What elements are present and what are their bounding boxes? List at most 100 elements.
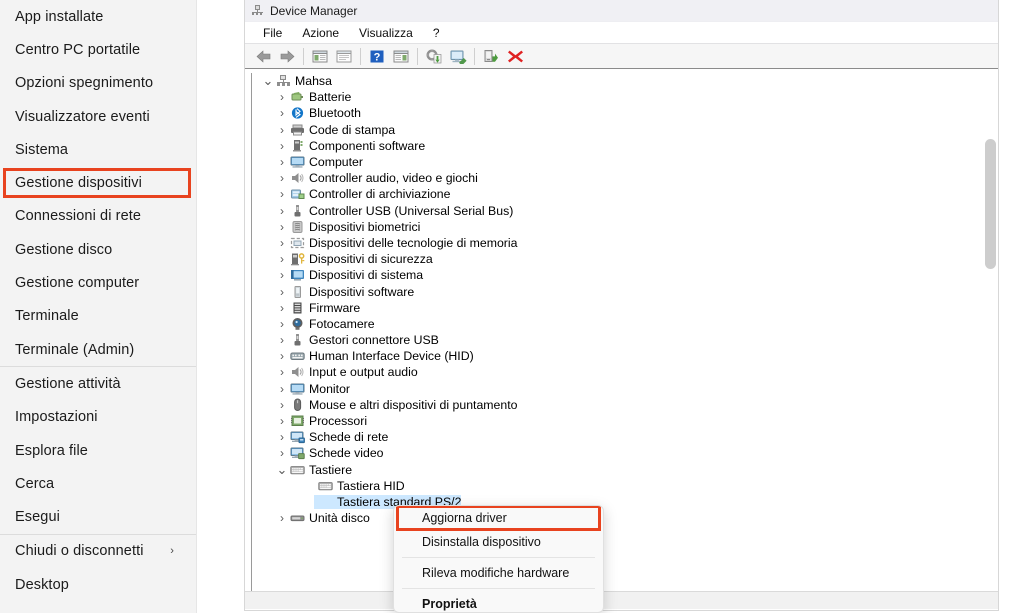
winx-item-gestione-computer[interactable]: Gestione computer [0,266,196,299]
tree-item[interactable]: › Processori [255,413,998,429]
winx-item-connessioni-di-rete[interactable]: Connessioni di rete [0,200,196,233]
chevron-right-icon[interactable]: › [275,366,289,378]
tree-item[interactable]: ⌄ Tastiere [255,462,998,478]
tree-item[interactable]: › Human Interface Device (HID) [255,348,998,364]
tree-item[interactable]: › Monitor [255,381,998,397]
chevron-right-icon[interactable]: › [275,512,289,524]
tree-item-label: Dispositivi di sistema [309,268,424,283]
context-menu-item-label: Disinstalla dispositivo [422,535,541,549]
winx-item-opzioni-spegnimento[interactable]: Opzioni spegnimento [0,67,196,100]
tree-item[interactable]: › Fotocamere [255,316,998,332]
chevron-right-icon[interactable]: › [275,107,289,119]
menu-item-azione[interactable]: Azione [292,26,349,40]
chevron-right-icon[interactable]: › [275,334,289,346]
winx-item-gestione-dispositivi[interactable]: Gestione dispositivi [0,166,196,199]
device-tree[interactable]: ⌄ Mahsa › Batterie › Bluetooth › Code di stampa… [251,73,998,591]
chevron-right-icon[interactable]: › [275,156,289,168]
tree-item[interactable]: › Componenti software [255,138,998,154]
chevron-right-icon[interactable]: › [275,172,289,184]
winx-item-label: Visualizzatore eventi [15,108,150,125]
winx-item-visualizzatore-eventi[interactable]: Visualizzatore eventi [0,100,196,133]
menu-item-[interactable]: ? [423,26,450,40]
toolbar-forward[interactable] [275,45,299,67]
chevron-right-icon[interactable]: › [275,286,289,298]
winx-item-gestione-attivit[interactable]: Gestione attività [0,367,196,400]
chevron-right-icon[interactable]: › [275,188,289,200]
chevron-right-icon[interactable]: › [275,253,289,265]
tree-item[interactable]: › Dispositivi biometrici [255,219,998,235]
tree-item[interactable]: › Batterie [255,89,998,105]
toolbar-enable-device[interactable] [479,45,503,67]
software-device-icon [289,285,306,299]
chevron-down-icon[interactable]: ⌄ [261,74,275,87]
toolbar-help[interactable]: ? [365,45,389,67]
chevron-right-icon[interactable]: › [275,269,289,281]
menu-item-visualizza[interactable]: Visualizza [349,26,423,40]
tree-item-label: Tastiera HID [337,478,405,493]
tree-item-label: Schede video [309,446,384,461]
tree-item[interactable]: › Dispositivi delle tecnologie di memoria [255,235,998,251]
winx-item-sistema[interactable]: Sistema [0,133,196,166]
tree-item[interactable]: › Controller di archiviazione [255,186,998,202]
tree-item[interactable]: › Code di stampa [255,122,998,138]
chevron-down-icon[interactable]: ⌄ [275,463,289,476]
menu-item-file[interactable]: File [253,26,292,40]
winx-item-gestione-disco[interactable]: Gestione disco [0,233,196,266]
tree-item[interactable]: ⌄ Mahsa [255,73,998,89]
tree-item[interactable]: › Dispositivi di sistema [255,267,998,283]
winx-item-desktop[interactable]: Desktop [0,568,196,601]
context-menu-item-rileva-modifiche-hardware[interactable]: Rileva modifiche hardware [394,561,603,585]
tree-item[interactable]: › Dispositivi di sicurezza [255,251,998,267]
vertical-scrollbar[interactable] [984,139,997,609]
chevron-right-icon[interactable]: › [275,383,289,395]
winx-item-esegui[interactable]: Esegui [0,500,196,533]
chevron-right-icon[interactable]: › [275,205,289,217]
toolbar-action-pane[interactable] [389,45,413,67]
chevron-right-icon[interactable]: › [275,431,289,443]
chevron-right-icon[interactable]: › [275,91,289,103]
tree-item[interactable]: Tastiera HID [255,478,998,494]
toolbar-show-console-tree[interactable] [308,45,332,67]
context-menu-item-propriet[interactable]: Proprietà [394,592,603,612]
tree-item[interactable]: › Bluetooth [255,105,998,121]
chevron-right-icon[interactable]: › [275,318,289,330]
toolbar-properties[interactable] [332,45,356,67]
tree-item[interactable]: › Input e output audio [255,364,998,380]
winx-item-impostazioni[interactable]: Impostazioni [0,401,196,434]
tree-item[interactable]: › Controller USB (Universal Serial Bus) [255,203,998,219]
toolbar-uninstall-device[interactable] [503,45,527,67]
chevron-right-icon[interactable]: › [275,124,289,136]
tree-item[interactable]: › Controller audio, video e giochi [255,170,998,186]
toolbar-back[interactable] [251,45,275,67]
winx-item-app-installate[interactable]: App installate [0,0,196,33]
winx-item-terminale-admin[interactable]: Terminale (Admin) [0,333,196,366]
winx-item-terminale[interactable]: Terminale [0,300,196,333]
toolbar-scan-hardware-changes[interactable] [446,45,470,67]
tree-item[interactable]: Tastiera standard PS/2 [255,494,998,510]
chevron-right-icon[interactable]: › [275,415,289,427]
chevron-right-icon[interactable]: › [275,237,289,249]
vertical-scrollbar-thumb[interactable] [985,139,996,269]
chevron-right-icon[interactable]: › [275,140,289,152]
chevron-right-icon[interactable]: › [275,447,289,459]
tree-item[interactable]: › Gestori connettore USB [255,332,998,348]
chevron-right-icon[interactable]: › [275,221,289,233]
chevron-right-icon[interactable]: › [275,350,289,362]
tree-item[interactable]: › Dispositivi software [255,283,998,299]
tree-item[interactable]: › Mouse e altri dispositivi di puntamento [255,397,998,413]
winx-item-esplora-file[interactable]: Esplora file [0,434,196,467]
chevron-right-icon[interactable]: › [275,399,289,411]
winx-item-cerca[interactable]: Cerca [0,467,196,500]
battery-icon [289,90,306,104]
tree-item[interactable]: › Computer [255,154,998,170]
tree-item[interactable]: › Firmware [255,300,998,316]
winx-item-chiudi-o-disconnetti[interactable]: Chiudi o disconnetti › [0,535,196,568]
tree-item[interactable]: › Schede di rete [255,429,998,445]
context-menu-item-disinstalla-dispositivo[interactable]: Disinstalla dispositivo [394,530,603,554]
tree-item[interactable]: › Schede video [255,445,998,461]
context-menu-item-aggiorna-driver[interactable]: Aggiorna driver [394,506,603,531]
winx-item-centro-pc-portatile[interactable]: Centro PC portatile [0,33,196,66]
tree-item[interactable]: › Unità disco [255,510,998,526]
toolbar-update-driver[interactable] [422,45,446,67]
chevron-right-icon[interactable]: › [275,302,289,314]
